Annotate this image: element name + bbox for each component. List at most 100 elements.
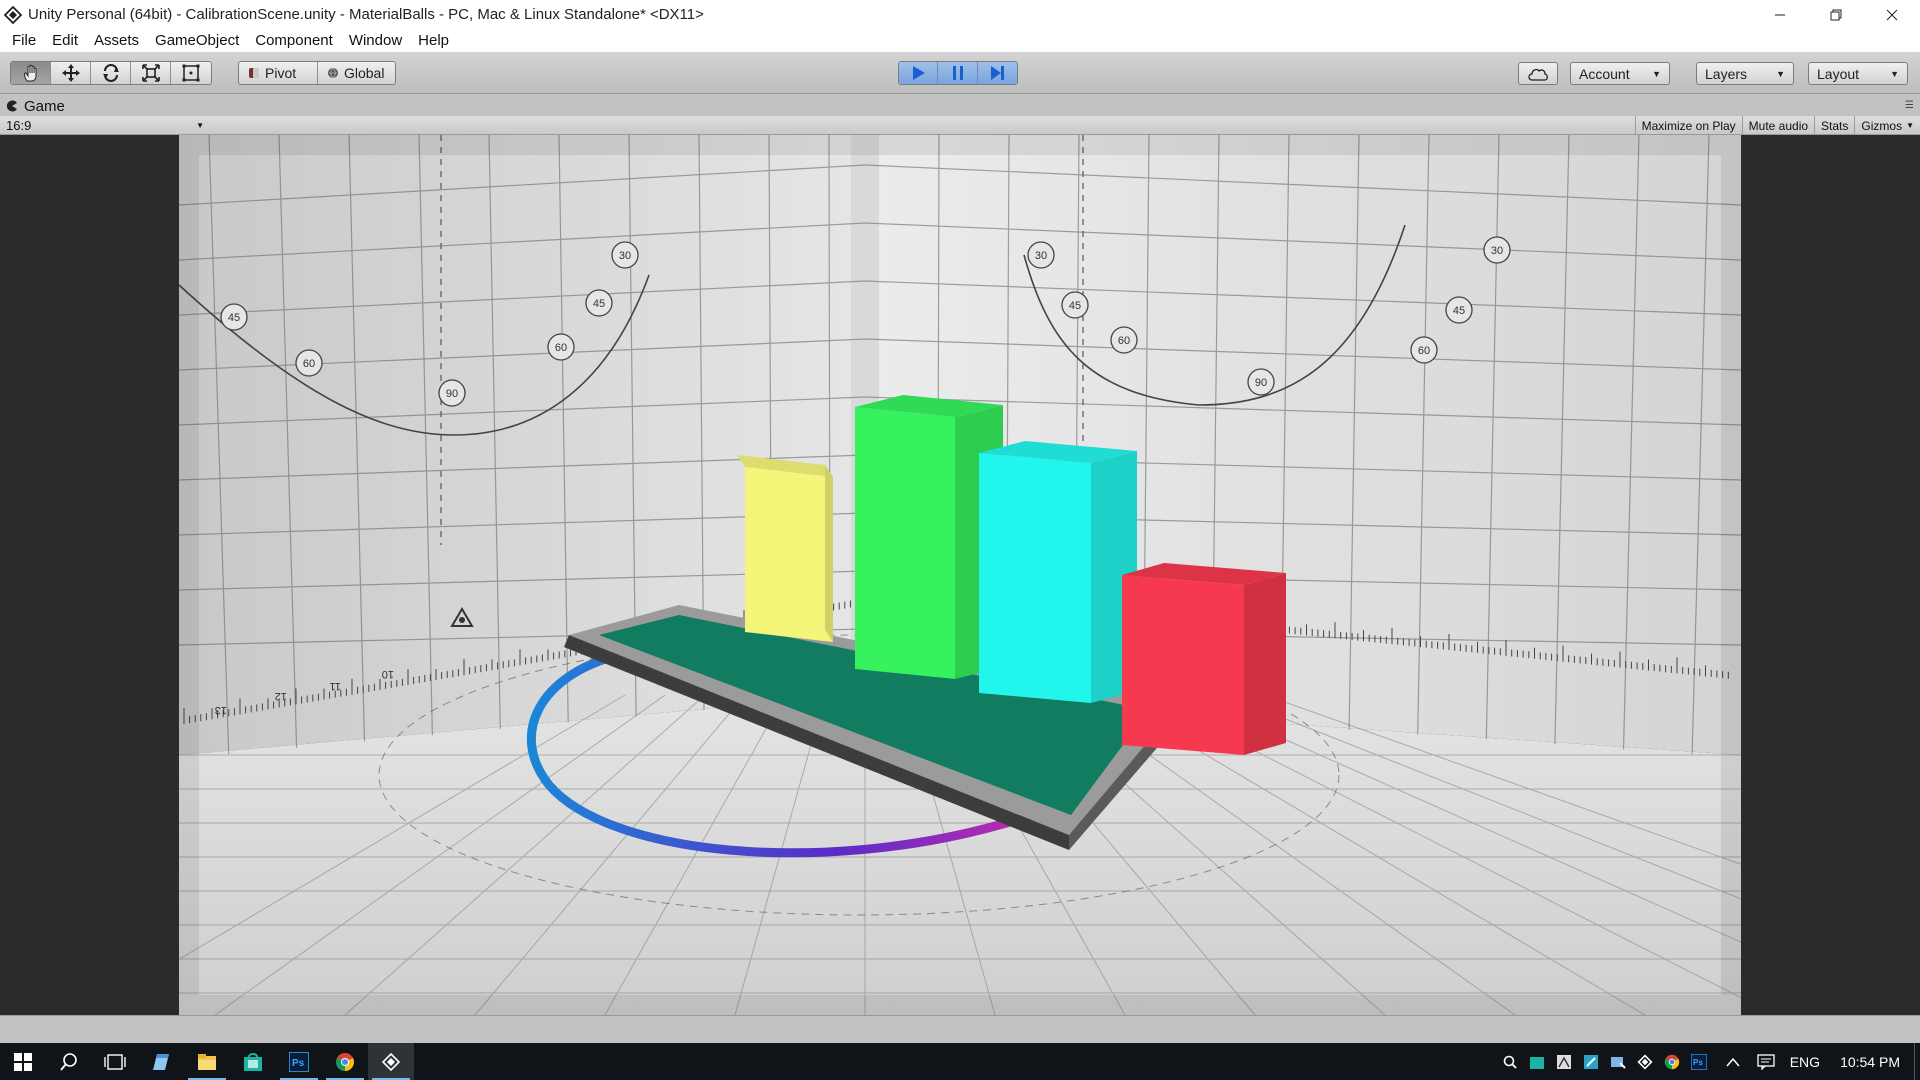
tray-sync-app[interactable] <box>1578 1043 1605 1080</box>
layers-label: Layers <box>1705 65 1748 82</box>
tray-store-app[interactable] <box>1524 1043 1551 1080</box>
file-explorer-icon <box>198 1053 216 1070</box>
dial-label: 45 <box>593 298 605 310</box>
global-toggle[interactable]: Global <box>318 62 395 84</box>
search-button[interactable] <box>46 1043 92 1080</box>
action-center-button[interactable] <box>1753 1043 1780 1080</box>
playback-controls <box>898 61 1018 85</box>
tray-unity-app[interactable] <box>1632 1043 1659 1080</box>
dial-label: 90 <box>1255 377 1267 389</box>
scale-tool-icon <box>141 64 160 82</box>
play-button[interactable] <box>899 62 939 84</box>
taskbar-app-store[interactable] <box>230 1043 276 1080</box>
step-button[interactable] <box>977 62 1017 84</box>
dial-label: 30 <box>1491 245 1503 257</box>
menu-edit[interactable]: Edit <box>44 32 86 49</box>
ruler-label: 13 <box>215 704 227 716</box>
tray-chrome-app[interactable] <box>1659 1043 1686 1080</box>
svg-text:Ps: Ps <box>292 1058 305 1069</box>
close-button[interactable] <box>1864 0 1920 29</box>
panel-menu-icon[interactable]: ☰ <box>1905 100 1914 111</box>
dial-label: 60 <box>555 342 567 354</box>
tray-search-app[interactable] <box>1497 1043 1524 1080</box>
taskbar-app-notepad[interactable] <box>138 1043 184 1080</box>
start-button[interactable] <box>0 1043 46 1080</box>
store-icon <box>244 1052 262 1071</box>
restore-button[interactable] <box>1808 0 1864 29</box>
menu-file[interactable]: File <box>4 32 44 49</box>
taskbar-app-chrome[interactable] <box>322 1043 368 1080</box>
language-indicator[interactable]: ENG <box>1780 1054 1830 1070</box>
bar-cube-red <box>1122 563 1286 755</box>
dial-label: 60 <box>1118 335 1130 347</box>
stats-toggle[interactable]: Stats <box>1814 116 1854 135</box>
status-bar <box>0 1015 1920 1043</box>
menu-window[interactable]: Window <box>341 32 410 49</box>
dial-label: 45 <box>1069 300 1081 312</box>
layout-label: Layout <box>1817 65 1860 82</box>
tray-update-app[interactable] <box>1605 1043 1632 1080</box>
taskbar-app-unity[interactable] <box>368 1043 414 1080</box>
rotate-tool-icon <box>102 64 119 82</box>
cloud-icon <box>1528 68 1548 81</box>
dial-label: 45 <box>1453 305 1465 317</box>
minimize-icon <box>1775 14 1785 15</box>
task-view-button[interactable] <box>92 1043 138 1080</box>
mute-audio-toggle[interactable]: Mute audio <box>1741 116 1814 135</box>
menu-bar: File Edit Assets GameObject Component Wi… <box>0 29 1920 53</box>
pivot-toggle[interactable]: Pivot <box>239 62 318 84</box>
cloud-button[interactable] <box>1518 62 1558 85</box>
dial-label: 30 <box>619 250 631 262</box>
menu-help[interactable]: Help <box>410 32 457 49</box>
minimize-button[interactable] <box>1752 0 1808 29</box>
show-desktop-button[interactable] <box>1914 1043 1920 1080</box>
chevron-down-icon: ▼ <box>1652 68 1661 79</box>
magnifier-icon <box>1503 1055 1517 1069</box>
bar-cube-yellow <box>737 455 833 642</box>
search-icon <box>60 1052 77 1071</box>
pause-button[interactable] <box>938 62 978 84</box>
tray-network-app[interactable] <box>1551 1043 1578 1080</box>
move-tool-button[interactable] <box>51 62 91 84</box>
chevron-down-icon: ▼ <box>1890 68 1899 79</box>
menu-component[interactable]: Component <box>247 32 341 49</box>
dial-label: 60 <box>303 358 315 370</box>
title-bar: Unity Personal (64bit) - CalibrationScen… <box>0 0 1920 29</box>
ruler-label: 10 <box>382 668 394 680</box>
gizmos-dropdown[interactable]: Gizmos ▼ <box>1854 116 1920 135</box>
hand-tool-icon <box>23 64 36 82</box>
rotate-tool-button[interactable] <box>91 62 131 84</box>
game-view-render[interactable]: 45 60 90 60 45 30 30 45 60 90 60 45 30 13 12 11 10 <box>179 135 1741 1015</box>
transform-tools <box>10 61 212 85</box>
rect-tool-button[interactable] <box>171 62 211 84</box>
sync-app-icon <box>1584 1054 1599 1069</box>
notification-icon <box>1757 1053 1775 1070</box>
hand-tool-button[interactable] <box>11 62 51 84</box>
globe-icon <box>327 67 338 79</box>
system-tray: Ps ENG 10:54 PM <box>1497 1043 1920 1080</box>
notepad-icon <box>153 1053 169 1070</box>
taskbar-app-file-explorer[interactable] <box>184 1043 230 1080</box>
game-view-toolbar: 16:9 ▼ Maximize on Play Mute audio Stats… <box>0 116 1920 135</box>
layers-dropdown[interactable]: Layers ▼ <box>1696 62 1794 85</box>
layout-dropdown[interactable]: Layout ▼ <box>1808 62 1908 85</box>
menu-gameobject[interactable]: GameObject <box>147 32 247 49</box>
close-icon <box>1886 9 1898 20</box>
tray-photoshop-app[interactable]: Ps <box>1686 1043 1713 1080</box>
tab-game[interactable]: Game <box>6 96 65 116</box>
taskbar-app-photoshop[interactable]: Ps <box>276 1043 322 1080</box>
dial-label: 90 <box>446 388 458 400</box>
account-label: Account <box>1579 65 1630 82</box>
windows-start-icon <box>14 1052 32 1071</box>
tab-game-label: Game <box>24 97 65 115</box>
aspect-label: 16:9 <box>6 118 32 133</box>
menu-assets[interactable]: Assets <box>86 32 147 49</box>
account-dropdown[interactable]: Account ▼ <box>1570 62 1670 85</box>
chrome-icon <box>336 1052 354 1071</box>
show-hidden-icons-button[interactable] <box>1713 1043 1753 1080</box>
maximize-on-play-toggle[interactable]: Maximize on Play <box>1634 116 1742 135</box>
chevron-down-icon: ▼ <box>1776 68 1785 79</box>
clock[interactable]: 10:54 PM <box>1830 1054 1914 1070</box>
aspect-dropdown[interactable]: 16:9 ▼ <box>6 116 206 135</box>
scale-tool-button[interactable] <box>131 62 171 84</box>
